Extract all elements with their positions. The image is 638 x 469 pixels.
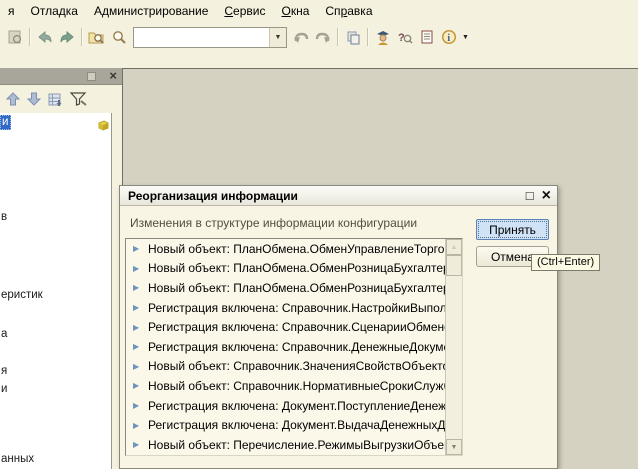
toolbar-separator	[81, 28, 83, 46]
change-list-rows: ▶Новый объект: ПланОбмена.ОбменУправлени…	[126, 239, 445, 455]
copy-icon[interactable]	[343, 27, 363, 47]
combobox-dropdown-icon[interactable]: ▼	[269, 28, 286, 47]
menu-bar: яОтладкаАдминистрированиеСервисОкнаСправ…	[0, 0, 638, 22]
tree-item-fragment[interactable]: в	[1, 211, 7, 223]
more-dropdown-icon[interactable]: ▼	[462, 34, 469, 41]
tree-item-fragment[interactable]: анных	[1, 453, 34, 465]
list-item[interactable]: ▶Регистрация включена: Справочник.Денежн…	[126, 337, 445, 357]
toolbar-separator	[29, 28, 31, 46]
changes-list: ▶Новый объект: ПланОбмена.ОбменУправлени…	[125, 238, 463, 456]
list-item-text: Новый объект: ПланОбмена.ОбменРозницаБух…	[148, 261, 445, 275]
expander-icon[interactable]: ▶	[133, 381, 148, 390]
expander-icon[interactable]: ▶	[133, 421, 148, 430]
pin-icon[interactable]	[87, 72, 96, 81]
list-item[interactable]: ▶Регистрация включена: Документ.Поступле…	[126, 396, 445, 416]
maximize-icon[interactable]: □	[526, 189, 534, 202]
list-item-text: Новый объект: Справочник.ЗначенияСвойств…	[148, 359, 445, 373]
search-input[interactable]	[134, 28, 269, 47]
config-tree-panel: × и в еристик а я и анн	[0, 68, 122, 469]
list-item[interactable]: ▶Регистрация включена: Справочник.Настро…	[126, 298, 445, 318]
menu-item[interactable]: Окна	[273, 1, 317, 21]
list-item-text: Регистрация включена: Справочник.Настрой…	[148, 301, 445, 315]
expander-icon[interactable]: ▶	[133, 264, 148, 273]
scroll-up-icon[interactable]: ▲	[446, 239, 462, 255]
list-item-text: Новый объект: Перечисление.РежимыВыгрузк…	[148, 438, 445, 452]
menu-item[interactable]: я	[0, 1, 23, 21]
list-item-text: Новый объект: ПланОбмена.ОбменРозницаБух…	[148, 281, 445, 295]
syntax-back-icon[interactable]	[291, 27, 311, 47]
list-item[interactable]: ▶Новый объект: ПланОбмена.ОбменРозницаБу…	[126, 278, 445, 298]
expander-icon[interactable]: ▶	[133, 283, 148, 292]
expander-icon[interactable]: ▶	[133, 342, 148, 351]
expander-icon[interactable]: ▶	[133, 244, 148, 253]
menu-item[interactable]: Справка	[317, 1, 380, 21]
forward-icon[interactable]	[57, 27, 77, 47]
template-doc-icon[interactable]	[417, 27, 437, 47]
svg-text:i: i	[447, 33, 450, 44]
tree-item-fragment[interactable]: и	[1, 383, 7, 395]
list-item[interactable]: ▶Новый объект: ПланОбмена.ОбменУправлени…	[126, 239, 445, 259]
list-item[interactable]: ▶Новый объект: Справочник.ЗначенияСвойст…	[126, 357, 445, 377]
config-tree[interactable]: и в еристик а я и анных	[0, 113, 112, 469]
list-item-text: Регистрация включена: Документ.Поступлен…	[148, 399, 445, 413]
scrollbar-thumb[interactable]	[446, 255, 462, 276]
tree-item-fragment[interactable]: еристик	[1, 289, 43, 301]
list-item[interactable]: ▶Новый объект: ПланОбмена.ОбменРозницаБу…	[126, 259, 445, 279]
dialog-title: Реорганизация информации	[120, 189, 298, 203]
list-scrollbar[interactable]: ▲ ▼	[445, 239, 462, 455]
list-item-text: Регистрация включена: Справочник.Сценари…	[148, 320, 445, 334]
shortcut-tooltip: (Ctrl+Enter)	[531, 254, 600, 271]
tree-selected-item[interactable]: и	[0, 115, 11, 130]
search-icon[interactable]	[109, 27, 129, 47]
dialog-subtitle: Изменения в структуре информации конфигу…	[130, 216, 417, 230]
move-up-icon[interactable]	[6, 92, 20, 106]
list-item[interactable]: ▶Регистрация включена: Справочник.Сценар…	[126, 317, 445, 337]
toolbar-separator	[337, 28, 339, 46]
help-search-icon[interactable]: ?	[395, 27, 415, 47]
list-item[interactable]: ▶Новый объект: Справочник.НормативныеСро…	[126, 376, 445, 396]
main-toolbar: ▼ ? i ▼	[0, 22, 638, 52]
reorganization-dialog: Реорганизация информации □ × Изменения в…	[119, 185, 558, 469]
syntax-forward-icon[interactable]	[313, 27, 333, 47]
tree-item-fragment[interactable]: а	[1, 328, 7, 340]
expander-icon[interactable]: ▶	[133, 440, 148, 449]
tree-item-fragment[interactable]: я	[1, 365, 7, 377]
toolbar-separator	[367, 28, 369, 46]
list-item-text: Новый объект: ПланОбмена.ОбменУправление…	[148, 242, 445, 256]
list-item-text: Регистрация включена: Документ.ВыдачаДен…	[148, 418, 445, 432]
expander-icon[interactable]: ▶	[133, 303, 148, 312]
back-icon[interactable]	[35, 27, 55, 47]
filter-icon[interactable]	[70, 92, 87, 106]
expander-icon[interactable]: ▶	[133, 323, 148, 332]
dialog-title-bar[interactable]: Реорганизация информации □ ×	[120, 186, 557, 206]
panel-toolbar	[0, 85, 122, 112]
list-item[interactable]: ▶Новый объект: Перечисление.РежимыВыгруз…	[126, 435, 445, 455]
expander-icon[interactable]: ▶	[133, 362, 148, 371]
list-item[interactable]: ▶Регистрация включена: Документ.ВыдачаДе…	[126, 415, 445, 435]
list-item-text: Новый объект: Справочник.НормативныеСрок…	[148, 379, 445, 393]
find-in-files-icon[interactable]	[87, 27, 107, 47]
menu-item[interactable]: Сервис	[216, 1, 273, 21]
preview-icon[interactable]	[5, 27, 25, 47]
move-down-icon[interactable]	[27, 92, 41, 106]
expander-icon[interactable]: ▶	[133, 401, 148, 410]
search-combobox[interactable]: ▼	[133, 27, 287, 48]
configurator-window: яОтладкаАдминистрированиеСервисОкнаСправ…	[0, 0, 638, 469]
object-cube-icon	[98, 120, 109, 131]
list-item-text: Регистрация включена: Справочник.Денежны…	[148, 340, 445, 354]
panel-close-icon[interactable]: ×	[109, 68, 117, 84]
menu-item[interactable]: Отладка	[23, 1, 86, 21]
panel-title-bar[interactable]: ×	[0, 68, 122, 85]
accept-button[interactable]: Принять	[476, 219, 549, 240]
user-monitor-icon[interactable]	[373, 27, 393, 47]
menu-item[interactable]: Администрирование	[86, 1, 216, 21]
info-icon[interactable]: i	[439, 27, 459, 47]
scroll-down-icon[interactable]: ▼	[446, 439, 462, 455]
sort-icon[interactable]	[48, 92, 63, 106]
close-icon[interactable]: ×	[542, 189, 551, 203]
